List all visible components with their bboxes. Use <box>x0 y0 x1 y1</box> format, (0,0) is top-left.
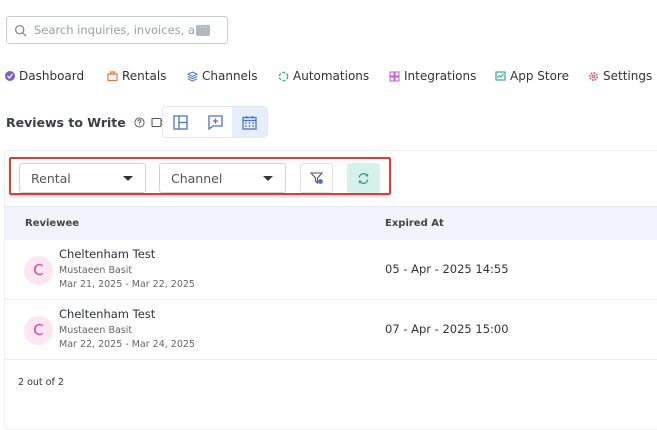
table-row[interactable]: C Cheltenham Test Mustaeen Basit Mar 21,… <box>5 240 657 300</box>
refresh-button[interactable] <box>347 163 380 193</box>
table-row[interactable]: C Cheltenham Test Mustaeen Basit Mar 22,… <box>5 300 657 360</box>
search-input[interactable]: Search inquiries, invoices, an ··· <box>6 16 228 44</box>
reviewee-owner: Mustaeen Basit <box>59 265 133 276</box>
rental-select-label: Rental <box>31 170 71 186</box>
automations-icon <box>278 71 289 81</box>
filter-button[interactable] <box>300 163 333 193</box>
main-nav: Dashboard Rentals Channels Automations I… <box>0 66 657 88</box>
add-comment-icon <box>207 114 223 130</box>
expired-at: 05 - Apr - 2025 14:55 <box>385 262 509 276</box>
expired-at: 07 - Apr - 2025 15:00 <box>385 322 509 336</box>
add-review-view-button[interactable] <box>198 107 233 137</box>
integrations-icon <box>389 71 400 81</box>
filter-icon <box>309 171 323 184</box>
rentals-icon <box>107 71 118 81</box>
nav-label-rentals: Rentals <box>122 69 167 83</box>
nav-label-channels: Channels <box>202 69 258 83</box>
reviewee-name: Cheltenham Test <box>59 247 156 261</box>
nav-label-app-store: App Store <box>510 69 569 83</box>
nav-item-app-store[interactable]: App Store <box>495 69 569 83</box>
nav-item-settings[interactable]: Settings <box>588 69 652 83</box>
search-placeholder: Search inquiries, invoices, an <box>34 23 196 37</box>
settings-icon <box>589 71 598 81</box>
nav-item-dashboard[interactable]: Dashboard <box>5 69 84 83</box>
page-header: Reviews to Write <box>6 115 166 130</box>
nav-item-automations[interactable]: Automations <box>278 69 369 83</box>
channels-icon <box>187 70 198 82</box>
rental-select[interactable]: Rental <box>19 163 146 193</box>
reviewee-owner: Mustaeen Basit <box>59 325 133 336</box>
help-icon[interactable] <box>134 117 145 128</box>
table-header: Reviewee Expired At <box>5 206 657 242</box>
pagination-count: 2 out of 2 <box>18 377 64 388</box>
dashboard-icon <box>5 71 15 81</box>
channel-select-label: Channel <box>171 170 223 186</box>
calendar-icon <box>242 115 257 130</box>
nav-label-integrations: Integrations <box>404 69 477 83</box>
app-store-icon <box>495 71 506 81</box>
search-icon <box>14 24 27 36</box>
calendar-view-button[interactable] <box>232 107 268 137</box>
layout-icon <box>173 114 188 130</box>
page-title: Reviews to Write <box>6 115 126 130</box>
reviewee-name: Cheltenham Test <box>59 307 156 321</box>
column-header-reviewee: Reviewee <box>25 218 80 229</box>
chevron-down-icon <box>123 176 133 181</box>
nav-label-automations: Automations <box>293 69 370 83</box>
view-toggle <box>162 106 268 138</box>
avatar: C <box>24 256 53 285</box>
nav-item-channels[interactable]: Channels <box>187 69 258 83</box>
stay-dates: Mar 21, 2025 - Mar 22, 2025 <box>59 279 195 290</box>
nav-item-integrations[interactable]: Integrations <box>389 69 476 83</box>
layout-view-button[interactable] <box>163 107 198 137</box>
column-header-expired-at: Expired At <box>385 218 444 229</box>
channel-select[interactable]: Channel <box>159 163 286 193</box>
nav-item-rentals[interactable]: Rentals <box>107 69 166 83</box>
more-icon[interactable]: ··· <box>196 23 210 36</box>
stay-dates: Mar 22, 2025 - Mar 24, 2025 <box>59 339 195 350</box>
refresh-icon <box>358 172 369 184</box>
nav-label-dashboard: Dashboard <box>19 69 85 83</box>
chevron-down-icon <box>263 176 273 181</box>
avatar: C <box>24 316 53 345</box>
nav-label-settings: Settings <box>603 69 653 83</box>
